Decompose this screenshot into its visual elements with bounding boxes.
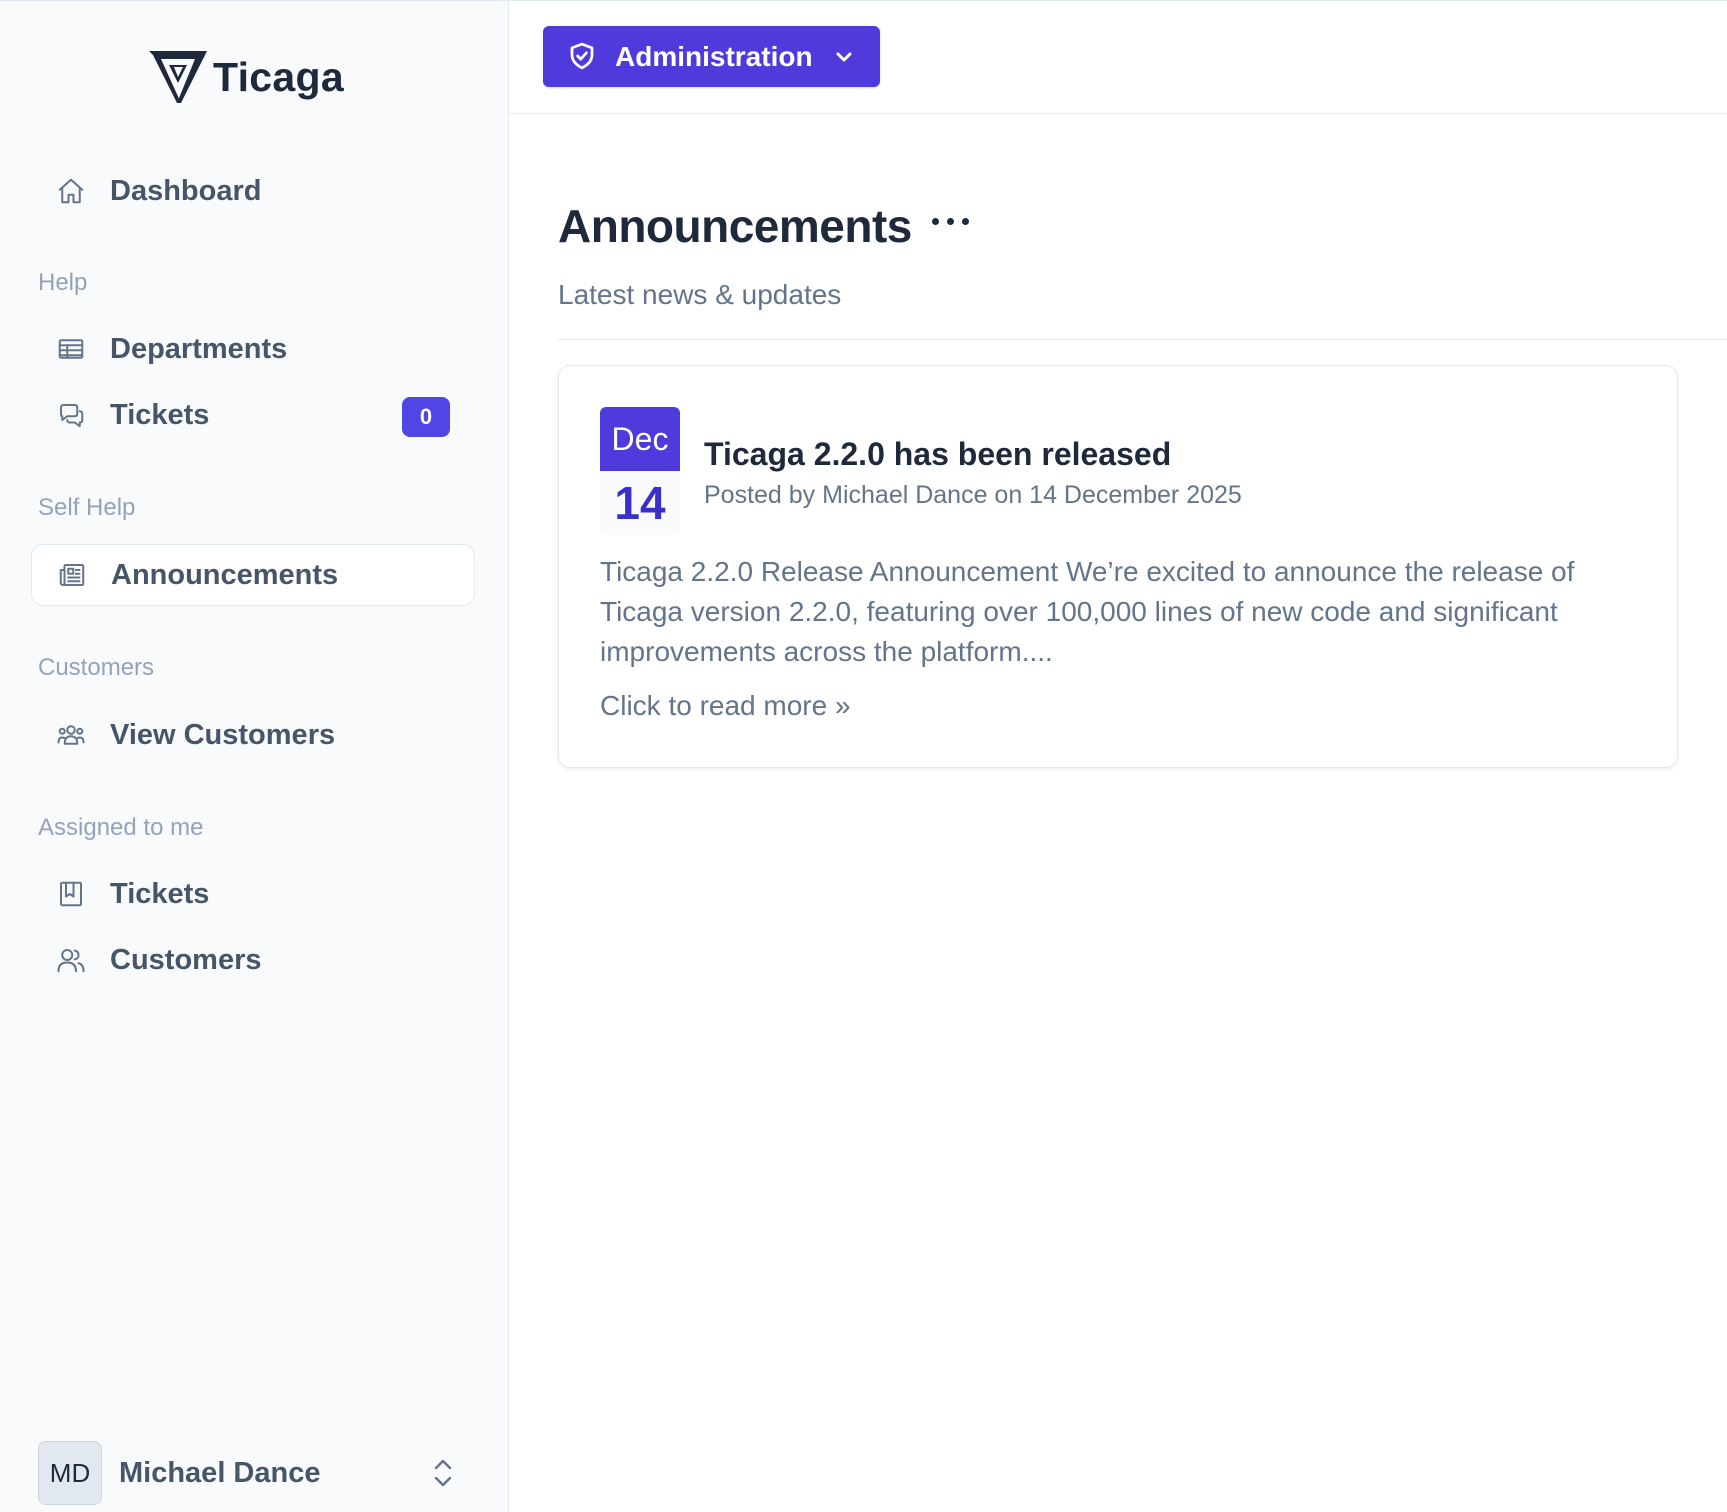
sidebar-item-label: Tickets — [110, 877, 210, 910]
newspaper-icon — [56, 559, 88, 591]
sidebar-item-announcements[interactable]: Announcements — [31, 544, 475, 606]
more-options-icon[interactable] — [932, 209, 976, 233]
sidebar-item-label: Tickets — [110, 398, 210, 431]
ticaga-logo-icon — [149, 51, 207, 103]
section-title-customers: Customers — [38, 654, 155, 681]
shield-check-icon — [567, 41, 599, 73]
announcement-card[interactable]: Dec 14 Ticaga 2.2.0 has been released Po… — [558, 365, 1678, 768]
sidebar-item-label: View Customers — [110, 718, 336, 751]
home-icon — [55, 175, 87, 207]
sidebar-item-tickets[interactable]: Tickets 0 — [31, 384, 475, 446]
sidebar-item-departments[interactable]: Departments — [31, 318, 475, 380]
date-month: Dec — [600, 407, 680, 471]
app-window: Ticaga Dashboard Help Departments Ticket… — [0, 0, 1727, 1512]
chevron-up-down-icon — [428, 1455, 458, 1491]
brand-name: Ticaga — [213, 53, 344, 100]
sidebar: Ticaga Dashboard Help Departments Ticket… — [0, 1, 509, 1512]
page-subtitle: Latest news & updates — [558, 279, 842, 310]
announcement-excerpt: Ticaga 2.2.0 Release Announcement We’re … — [600, 556, 1575, 667]
page-title: Announcements — [558, 200, 912, 252]
book-icon — [55, 878, 87, 910]
divider — [558, 339, 1727, 340]
sidebar-item-label: Customers — [110, 943, 262, 976]
tickets-count-badge: 0 — [402, 397, 450, 437]
announcement-title[interactable]: Ticaga 2.2.0 has been released — [704, 436, 1171, 473]
user-name: Michael Dance — [119, 1456, 321, 1489]
user-group-icon — [55, 719, 87, 751]
date-day: 14 — [614, 477, 666, 529]
sidebar-item-label: Dashboard — [110, 174, 262, 207]
section-title-self-help: Self Help — [38, 494, 136, 521]
users-icon — [55, 944, 87, 976]
avatar: MD — [38, 1441, 102, 1505]
read-more-link[interactable]: Click to read more » — [600, 690, 851, 722]
administration-label: Administration — [615, 40, 813, 72]
chat-icon — [55, 399, 87, 431]
date-badge: Dec 14 — [600, 407, 680, 535]
sidebar-item-label: Announcements — [111, 558, 339, 591]
section-title-help: Help — [38, 269, 88, 296]
sidebar-item-dashboard[interactable]: Dashboard — [31, 160, 475, 222]
brand-logo[interactable]: Ticaga — [147, 47, 344, 107]
administration-button[interactable]: Administration — [543, 26, 880, 87]
sidebar-item-assigned-tickets[interactable]: Tickets — [31, 863, 475, 925]
sidebar-item-label: Departments — [110, 332, 288, 365]
announcement-meta: Posted by Michael Dance on 14 December 2… — [704, 481, 1242, 509]
table-icon — [55, 333, 87, 365]
section-title-assigned: Assigned to me — [38, 814, 204, 841]
chevron-down-icon — [833, 46, 855, 68]
top-bar: Administration — [509, 1, 1727, 114]
sidebar-item-view-customers[interactable]: View Customers — [31, 704, 475, 766]
sidebar-item-assigned-customers[interactable]: Customers — [31, 929, 475, 991]
user-menu[interactable]: MD Michael Dance — [38, 1441, 458, 1505]
